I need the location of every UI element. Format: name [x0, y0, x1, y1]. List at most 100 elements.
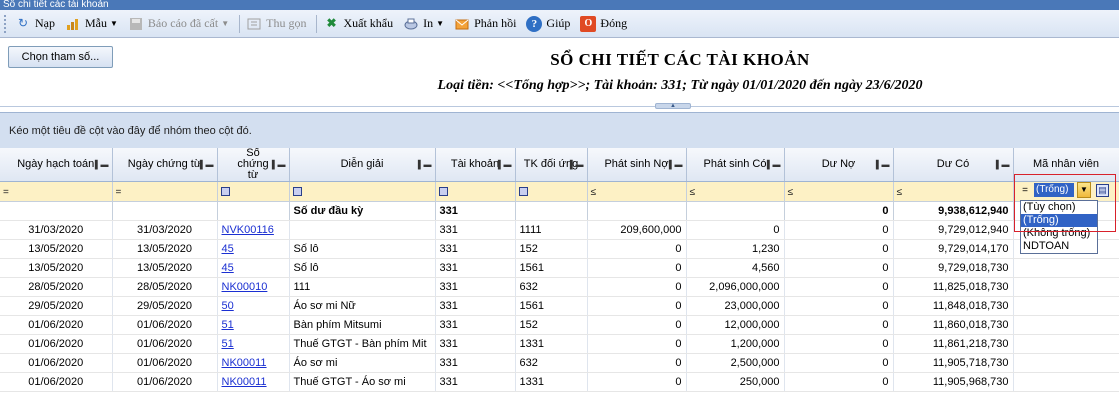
- filter-cell[interactable]: ≤: [686, 181, 785, 202]
- splitter-handle-icon[interactable]: ▲: [655, 103, 691, 109]
- saved-report-button[interactable]: Báo cáo đã cất ▼: [125, 13, 232, 35]
- table-row[interactable]: 01/06/2020 01/06/2020 51 Bàn phím Mitsumi 33…: [0, 315, 1119, 335]
- table-row[interactable]: 01/06/2020 01/06/2020 NK00011 Thuế GTGT - Á…: [0, 372, 1119, 392]
- debit-balance-cell: 0: [784, 353, 894, 373]
- filter-cell[interactable]: =: [112, 181, 218, 202]
- collapse-label: Thu gọn: [266, 16, 307, 30]
- column-header-label: Ngày chứng từ: [127, 158, 202, 170]
- table-row[interactable]: 01/06/2020 01/06/2020 51 Thuế GTGT - Bàn ph…: [0, 334, 1119, 354]
- filter-operator[interactable]: =: [116, 187, 122, 198]
- pin-icon[interactable]: ▌▬: [669, 159, 683, 170]
- opening-balance-row[interactable]: Số dư đầu kỳ 331 0 9,938,612,940: [0, 201, 1119, 221]
- table-row[interactable]: 28/05/2020 28/05/2020 NK00010 111 331 632 0 2,…: [0, 277, 1119, 297]
- load-button[interactable]: ↻ Nạp: [12, 13, 58, 35]
- export-button[interactable]: ✖ Xuất khẩu: [320, 13, 396, 35]
- column-header-credit-balance[interactable]: Dư Có ▌▬: [893, 148, 1014, 182]
- saved-report-label: Báo cáo đã cất: [147, 16, 219, 30]
- filter-cell[interactable]: ≤: [587, 181, 687, 202]
- pin-icon[interactable]: ▌▬: [570, 159, 584, 170]
- splitter[interactable]: [0, 106, 1119, 111]
- pin-icon[interactable]: ▌▬: [767, 159, 781, 170]
- pin-icon[interactable]: ▌▬: [996, 159, 1010, 170]
- column-header-description[interactable]: Diễn giải ▌▬: [289, 148, 436, 182]
- column-header-voucher-no[interactable]: Số chứng từ ▌▬: [217, 148, 290, 182]
- cell: [112, 201, 218, 221]
- table-row[interactable]: 13/05/2020 13/05/2020 45 Số lô 331 152 0 1,230 0…: [0, 239, 1119, 259]
- contra-account-cell: 1331: [515, 372, 588, 392]
- dropdown-option[interactable]: (Không trống): [1021, 227, 1097, 240]
- employee-filter-editor[interactable]: = (Trống) ▼ ▤: [1016, 181, 1113, 199]
- table-row[interactable]: 13/05/2020 13/05/2020 45 Số lô 331 1561 0 4,560…: [0, 258, 1119, 278]
- voucher-link[interactable]: 45: [222, 243, 234, 255]
- filter-cell[interactable]: [217, 181, 290, 202]
- pin-icon[interactable]: ▌▬: [200, 159, 214, 170]
- chevron-down-icon[interactable]: ▼: [1077, 182, 1091, 198]
- voucher-link[interactable]: 51: [222, 319, 234, 331]
- filter-contains-icon[interactable]: [518, 187, 528, 197]
- filter-operator[interactable]: ≤: [591, 187, 597, 198]
- pin-icon[interactable]: ▌▬: [95, 159, 109, 170]
- filter-contains-icon[interactable]: [438, 187, 448, 197]
- pin-icon[interactable]: ▌▬: [418, 159, 432, 170]
- voucher-no-link: 51: [217, 315, 290, 335]
- column-header-debit[interactable]: Phát sinh Nợ ▌▬: [587, 148, 687, 182]
- pin-icon[interactable]: ▌▬: [876, 159, 890, 170]
- description-cell: Số lô: [289, 239, 436, 259]
- account-cell: 331: [435, 239, 516, 259]
- employee-filter-value[interactable]: (Trống): [1034, 183, 1074, 197]
- column-header-debit-balance[interactable]: Dư Nợ ▌▬: [784, 148, 894, 182]
- table-row[interactable]: 29/05/2020 29/05/2020 50 Áo sơ mi Nữ 331 1561…: [0, 296, 1119, 316]
- voucher-link[interactable]: NK00011: [222, 357, 267, 369]
- filter-cell[interactable]: [289, 181, 436, 202]
- account-cell: 331: [435, 372, 516, 392]
- help-button[interactable]: ? Giúp: [523, 13, 573, 35]
- chevron-down-icon[interactable]: ▼: [221, 19, 229, 28]
- column-header-contra-account[interactable]: TK đối ứng ▌▬: [515, 148, 588, 182]
- column-header-account[interactable]: Tài khoản ▌▬: [435, 148, 516, 182]
- filter-operator[interactable]: =: [3, 187, 9, 198]
- clear-filter-icon[interactable]: ▤: [1096, 183, 1109, 197]
- filter-operator[interactable]: ≤: [690, 187, 696, 198]
- pin-icon[interactable]: ▌▬: [272, 159, 286, 170]
- filter-contains-icon[interactable]: [292, 187, 302, 197]
- voucher-link[interactable]: NVK00116: [222, 224, 274, 236]
- posting-date-cell: 01/06/2020: [0, 372, 113, 392]
- filter-cell[interactable]: [515, 181, 588, 202]
- voucher-link[interactable]: 45: [222, 262, 234, 274]
- template-button[interactable]: Mẫu ▼: [62, 13, 121, 35]
- filter-cell[interactable]: ≤: [784, 181, 894, 202]
- chevron-down-icon[interactable]: ▼: [436, 19, 444, 28]
- filter-operator[interactable]: =: [1016, 185, 1034, 196]
- voucher-link[interactable]: 51: [222, 338, 234, 350]
- dropdown-option[interactable]: NDTOAN: [1021, 240, 1097, 253]
- table-row[interactable]: 31/03/2020 31/03/2020 NVK00116 331 1111 209,6…: [0, 220, 1119, 240]
- voucher-link[interactable]: 50: [222, 300, 234, 312]
- dropdown-option-selected[interactable]: (Trống): [1021, 214, 1097, 227]
- feedback-button[interactable]: Phản hồi: [451, 13, 519, 35]
- pin-icon[interactable]: ▌▬: [498, 159, 512, 170]
- toolbar-grip[interactable]: [4, 14, 8, 33]
- chevron-down-icon[interactable]: ▼: [110, 19, 118, 28]
- voucher-link[interactable]: NK00010: [222, 281, 268, 293]
- filter-cell[interactable]: [435, 181, 516, 202]
- column-header-voucher-date[interactable]: Ngày chứng từ ▌▬: [112, 148, 218, 182]
- column-header-employee[interactable]: Mã nhân viên: [1013, 148, 1119, 182]
- column-header-credit[interactable]: Phát sinh Có ▌▬: [686, 148, 785, 182]
- close-button[interactable]: O Đóng: [577, 13, 630, 35]
- filter-operator[interactable]: ≤: [788, 187, 794, 198]
- dropdown-option[interactable]: (Tùy chọn): [1021, 201, 1097, 214]
- employee-cell: [1013, 258, 1119, 278]
- collapse-button[interactable]: Thu gọn: [243, 13, 309, 35]
- filter-operator[interactable]: ≤: [897, 187, 903, 198]
- choose-parameters-button[interactable]: Chọn tham số...: [8, 46, 113, 68]
- group-by-panel[interactable]: Kéo một tiêu đề cột vào đây để nhóm theo…: [0, 112, 1119, 148]
- template-icon: [65, 16, 81, 32]
- column-header-posting-date[interactable]: Ngày hạch toán ▌▬: [0, 148, 113, 182]
- table-row[interactable]: 01/06/2020 01/06/2020 NK00011 Áo sơ mi 331 63…: [0, 353, 1119, 373]
- filter-contains-icon[interactable]: [220, 187, 230, 197]
- print-button[interactable]: In ▼: [400, 13, 447, 35]
- print-label: In: [423, 16, 434, 30]
- voucher-link[interactable]: NK00011: [222, 376, 267, 388]
- filter-cell[interactable]: =: [0, 181, 113, 202]
- filter-cell[interactable]: ≤: [893, 181, 1014, 202]
